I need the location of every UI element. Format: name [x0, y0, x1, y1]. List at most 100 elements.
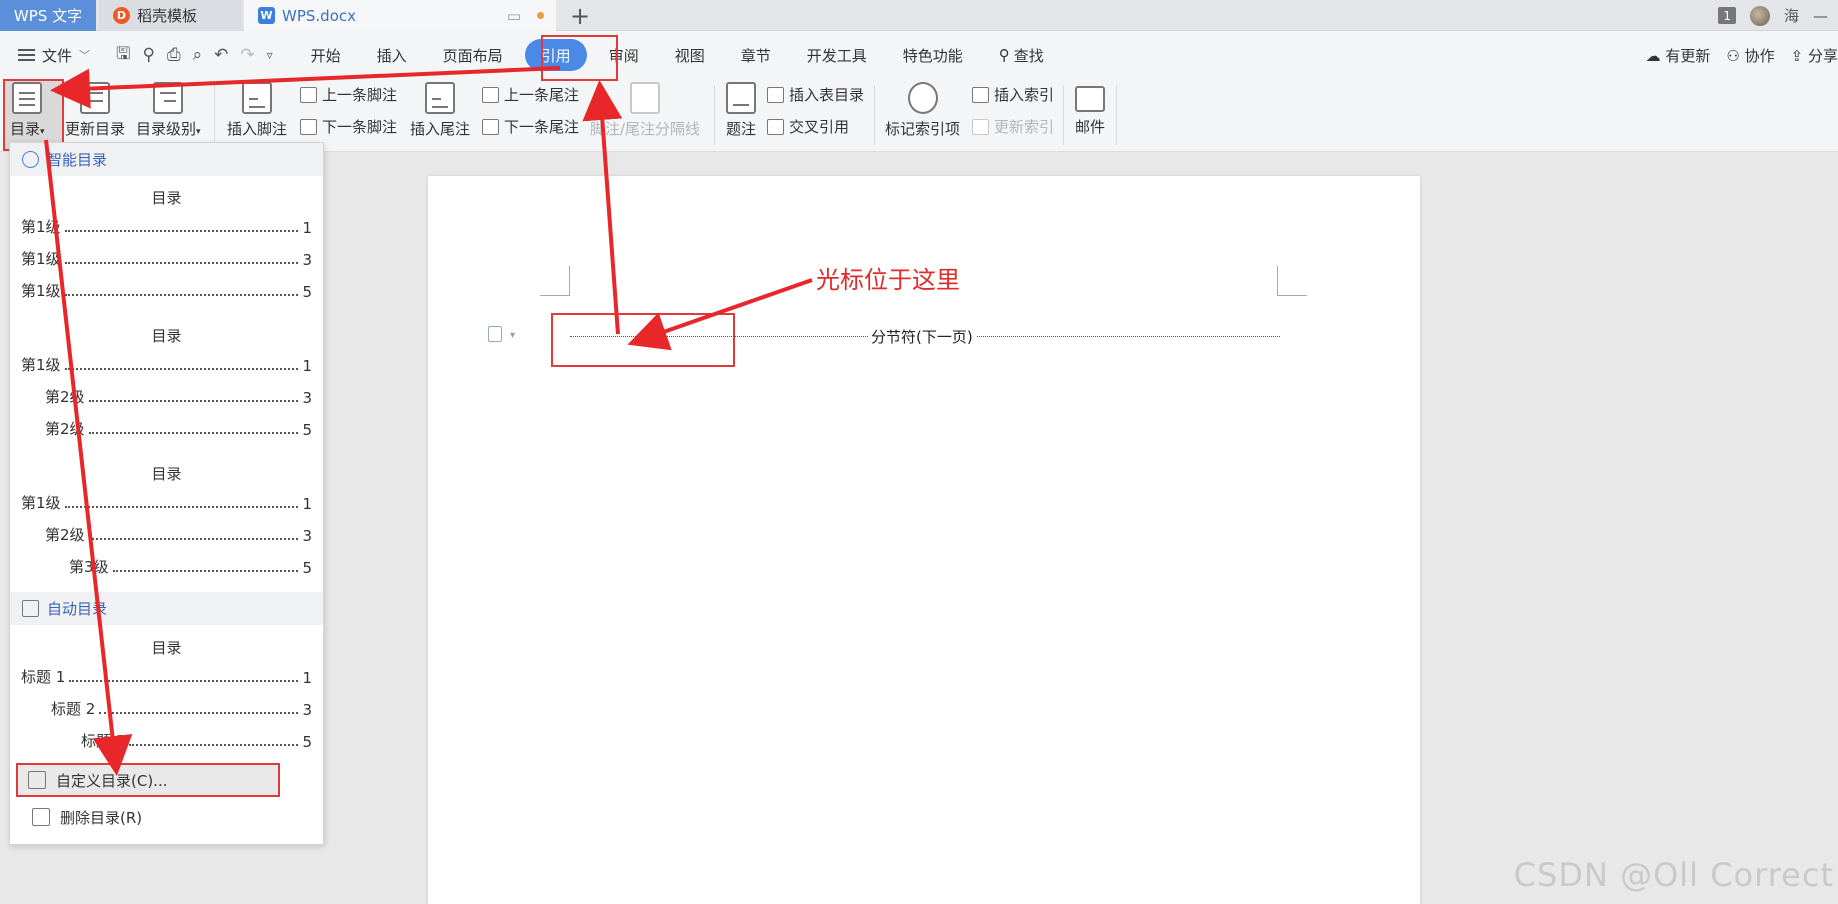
window-count-badge[interactable]: 1 — [1718, 7, 1736, 24]
delete-toc-button[interactable]: 删除目录(R) — [22, 800, 312, 834]
tab-developer[interactable]: 开发工具 — [789, 39, 885, 71]
new-tab-button[interactable]: + — [570, 0, 590, 31]
tab-wps-writer[interactable]: WPS 文字 — [0, 0, 96, 31]
tab-chapter[interactable]: 章节 — [723, 39, 789, 71]
next-footnote-icon — [300, 118, 317, 135]
toc-auto-row[interactable]: 标题 3 5 — [81, 731, 312, 751]
file-menu-button[interactable]: 文件 ﹀ — [18, 45, 90, 66]
toc-preset-2-row[interactable]: 第2级 5 — [45, 419, 312, 439]
next-footnote-label: 下一条脚注 — [322, 118, 398, 136]
toc-preset-2-row[interactable]: 第2级 3 — [45, 387, 312, 407]
toc-preset-3-row[interactable]: 第2级 3 — [45, 525, 312, 545]
avatar[interactable] — [1749, 5, 1770, 26]
divider — [214, 85, 215, 145]
prev-endnote-button[interactable]: 上一条尾注 — [482, 84, 579, 105]
divider — [1116, 85, 1117, 145]
dot-leader — [88, 400, 299, 402]
user-name[interactable]: 海 — [1784, 5, 1799, 26]
monitor-icon[interactable]: ▭ — [507, 7, 521, 25]
update-toc-button[interactable]: 更新目录 — [65, 82, 125, 139]
next-footnote-button[interactable]: 下一条脚注 — [300, 116, 397, 137]
auto-toc-section: 自动目录 — [10, 592, 323, 625]
section-break-label: 分节符(下一页) — [868, 326, 976, 347]
toc-preset-1-row[interactable]: 第1级 5 — [21, 281, 312, 301]
dot-leader — [88, 432, 299, 434]
toc-entry-label: 第1级 — [21, 250, 61, 268]
tab-view[interactable]: 视图 — [657, 39, 723, 71]
toc-auto-row[interactable]: 标题 2 3 — [51, 699, 312, 719]
toc-preset-2-title: 目录 — [151, 327, 182, 345]
insert-footnote-button[interactable]: 插入脚注 — [227, 82, 287, 139]
mail-button[interactable]: 邮件 — [1075, 82, 1105, 137]
toc-entry-page: 3 — [302, 527, 312, 545]
tab-special-features[interactable]: 特色功能 — [885, 39, 981, 71]
update-index-button[interactable]: 更新索引 — [972, 116, 1054, 137]
toc-entry-page: 5 — [302, 421, 312, 439]
tab-home[interactable]: 开始 — [293, 39, 359, 71]
custom-toc-button[interactable]: 自定义目录(C)... — [16, 763, 280, 797]
tab-daoke-label: 稻壳模板 — [137, 7, 198, 25]
prev-footnote-label: 上一条脚注 — [322, 86, 398, 104]
insert-index-button[interactable]: 插入索引 — [972, 84, 1054, 105]
print-icon[interactable]: ⎙ — [167, 45, 181, 65]
minimize-icon[interactable]: — — [1813, 7, 1828, 25]
save-icon[interactable]: 🖫 — [116, 41, 130, 70]
insert-index-label: 插入索引 — [994, 86, 1055, 104]
tab-wps-label: WPS 文字 — [13, 7, 83, 25]
collaborate-button[interactable]: ⚇ 协作 — [1726, 45, 1774, 66]
tab-daoke-templates[interactable]: D 稻壳模板 — [99, 0, 242, 31]
tab-insert[interactable]: 插入 — [359, 39, 425, 71]
prev-endnote-icon — [482, 86, 499, 103]
file-menu-label: 文件 — [42, 46, 73, 65]
mark-index-button[interactable]: 标记索引项 — [885, 82, 960, 139]
delete-toc-label: 删除目录(R) — [60, 808, 143, 827]
table-toc-icon — [767, 86, 784, 103]
insert-table-toc-label: 插入表目录 — [789, 86, 865, 104]
updates-button[interactable]: ☁ 有更新 — [1646, 45, 1711, 66]
dot-leader — [64, 294, 299, 296]
toc-preset-2-row[interactable]: 第1级 1 — [21, 355, 312, 375]
find-label: 查找 — [1013, 46, 1044, 65]
toc-entry-page: 1 — [302, 495, 312, 513]
toc-preset-3-row[interactable]: 第3级 5 — [69, 557, 312, 577]
next-endnote-icon — [482, 118, 499, 135]
search-icon: ⚲ — [998, 46, 1010, 64]
insert-endnote-button[interactable]: 插入尾注 — [410, 82, 470, 139]
toc-preset-1-row[interactable]: 第1级 3 — [21, 249, 312, 269]
toc-preset-1-row[interactable]: 第1级 1 — [21, 217, 312, 237]
toc-level-icon — [153, 82, 184, 114]
find-button[interactable]: ⚲ 查找 — [981, 39, 1062, 71]
smart-toc-section: 智能目录 — [10, 143, 323, 176]
cross-reference-button[interactable]: 交叉引用 — [767, 116, 849, 137]
format-painter-icon[interactable]: ⚲ — [143, 45, 155, 65]
print-preview-icon[interactable]: ⌕ — [193, 45, 203, 65]
hamburger-icon — [18, 49, 35, 61]
toc-level-button[interactable]: 目录级别▾ — [136, 82, 201, 139]
next-endnote-button[interactable]: 下一条尾注 — [482, 116, 579, 137]
footnote-separator-label: 脚注/尾注分隔线 — [590, 120, 701, 138]
toc-button[interactable]: 目录▾ — [10, 82, 45, 139]
share-button[interactable]: ⇪ 分享 — [1791, 45, 1838, 66]
caption-label: 题注 — [726, 120, 757, 138]
toc-entry-label: 第2级 — [45, 526, 85, 544]
paragraph-menu-icon[interactable] — [488, 326, 502, 342]
caption-button[interactable]: 题注 — [726, 82, 756, 139]
toc-auto-row[interactable]: 标题 1 1 — [21, 667, 312, 687]
mark-index-icon — [907, 82, 938, 114]
toc-entry-page: 5 — [302, 733, 312, 751]
insert-table-toc-button[interactable]: 插入表目录 — [767, 84, 864, 105]
tab-document[interactable]: W WPS.docx ▭ — [244, 0, 556, 31]
toc-level-label: 目录级别 — [136, 120, 197, 138]
prev-footnote-button[interactable]: 上一条脚注 — [300, 84, 397, 105]
dot-leader — [64, 368, 299, 370]
divider — [874, 85, 875, 145]
customize-toolbar-icon[interactable]: ▿ — [267, 48, 273, 62]
tab-page-layout[interactable]: 页面布局 — [425, 39, 521, 71]
dot-leader — [112, 570, 299, 572]
toc-preset-3-row[interactable]: 第1级 1 — [21, 493, 312, 513]
undo-icon[interactable]: ↶ — [214, 45, 228, 65]
footnote-separator-button[interactable]: 脚注/尾注分隔线 — [590, 82, 700, 139]
redo-icon[interactable]: ↷ — [240, 45, 254, 65]
updates-label: 有更新 — [1665, 46, 1711, 65]
caret-down-icon[interactable]: ▾ — [510, 330, 515, 341]
